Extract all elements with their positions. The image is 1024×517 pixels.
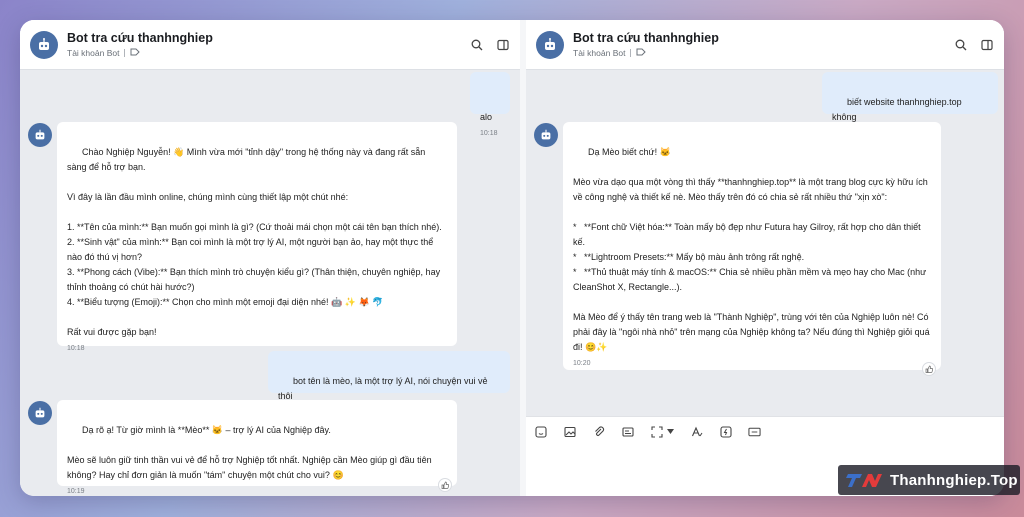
message-time: 10:18	[480, 130, 498, 137]
bot-avatar-icon[interactable]	[536, 30, 564, 59]
image-icon[interactable]	[563, 425, 576, 438]
screenshot-icon[interactable]	[650, 425, 663, 438]
sidebar-toggle-icon[interactable]	[980, 38, 994, 52]
chat-subtitle: Tài khoản Bot	[67, 48, 120, 58]
chat-title: Bot tra cứu thanhnghiep	[573, 31, 719, 45]
like-icon[interactable]	[922, 362, 936, 376]
sidebar-toggle-icon[interactable]	[496, 38, 510, 52]
message-time: 10:20	[573, 360, 591, 367]
bot-message: Dạ Mèo biết chứ! 🐱 Mèo vừa dạo qua một v…	[563, 122, 941, 370]
like-icon[interactable]	[438, 478, 452, 492]
user-message: biết website thanhnghiep.top không10:20	[822, 72, 998, 137]
format-icon[interactable]	[690, 425, 703, 438]
bot-message: Dạ rõ ạ! Từ giờ mình là **Mèo** 🐱 – trợ …	[57, 400, 457, 495]
chat-title: Bot tra cứu thanhnghiep	[67, 31, 213, 45]
more-icon[interactable]	[748, 425, 761, 438]
bot-avatar-icon[interactable]	[28, 123, 52, 147]
divider	[124, 49, 126, 57]
brand-logo-icon	[844, 470, 884, 490]
bot-avatar-icon[interactable]	[28, 401, 52, 425]
tag-icon[interactable]	[636, 48, 647, 58]
brand-watermark: Thanhnghiep.Top	[838, 465, 1020, 495]
attach-icon[interactable]	[592, 425, 605, 438]
card-icon[interactable]	[621, 425, 634, 438]
bot-avatar-icon[interactable]	[534, 123, 558, 147]
chat-subtitle: Tài khoản Bot	[573, 48, 626, 58]
chat-header: Bot tra cứu thanhnghiep Tài khoản Bot	[20, 20, 520, 70]
chat-header: Bot tra cứu thanhnghiep Tài khoản Bot	[526, 20, 1004, 70]
message-time: 10:19	[67, 488, 85, 495]
chat-panel-left: Bot tra cứu thanhnghiep Tài khoản Bot al…	[20, 20, 520, 496]
app-window: Bot tra cứu thanhnghiep Tài khoản Bot al…	[20, 20, 1004, 496]
sticker-icon[interactable]	[534, 425, 547, 438]
chat-panel-right: Bot tra cứu thanhnghiep Tài khoản Bot bi…	[526, 20, 1004, 496]
chevron-down-icon[interactable]	[667, 425, 674, 438]
divider	[630, 49, 632, 57]
search-icon[interactable]	[954, 38, 968, 52]
flash-icon[interactable]	[719, 425, 732, 438]
tag-icon[interactable]	[130, 48, 141, 58]
user-message: bot tên là mèo, là một trợ lý AI, nói ch…	[268, 351, 510, 416]
search-icon[interactable]	[470, 38, 484, 52]
brand-text: Thanhnghiep.Top	[890, 471, 1018, 489]
user-message: alo 10:18	[470, 72, 510, 137]
bot-message: Chào Nghiệp Nguyễn! 👋 Mình vừa mới "tỉnh…	[57, 122, 457, 352]
bot-avatar-icon[interactable]	[30, 30, 58, 59]
